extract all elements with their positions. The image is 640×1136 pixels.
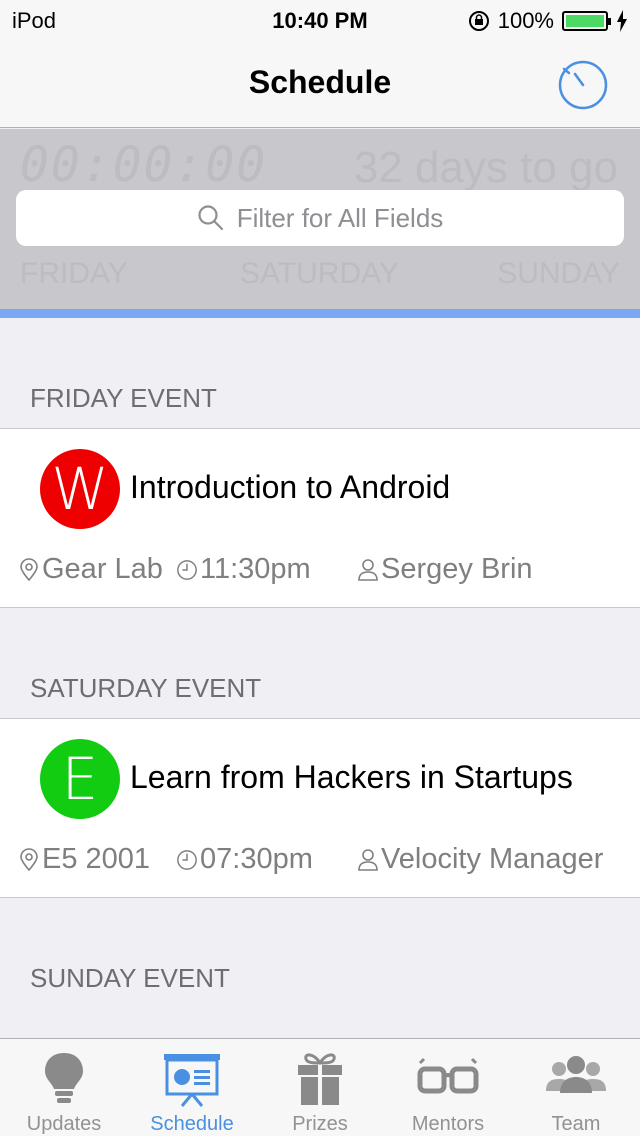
clock-icon — [177, 559, 197, 580]
person-icon — [358, 848, 378, 871]
tab-label: Team — [551, 1113, 601, 1135]
person-icon — [358, 558, 378, 581]
event-title: Learn from Hackers in Startups — [130, 759, 573, 795]
event-location: E5 2001 — [18, 843, 150, 876]
event-location-text: Gear Lab — [42, 553, 163, 585]
tab-updates[interactable]: Updates — [0, 1039, 128, 1136]
glasses-icon — [417, 1057, 479, 1094]
page-title: Schedule — [248, 64, 392, 100]
event-cell[interactable]: E Learn from Hackers in Startups E5 2001… — [0, 718, 640, 898]
event-time: 07:30pm — [176, 843, 313, 876]
event-speaker: Sergey Brin — [357, 553, 533, 586]
stopwatch-icon[interactable] — [556, 56, 610, 110]
event-time-text: 11:30pm — [200, 553, 311, 585]
event-cell[interactable]: W Introduction to Android Gear Lab 11:30… — [0, 428, 640, 608]
day-sunday[interactable]: SUNDAY — [497, 257, 620, 291]
event-avatar: W — [40, 449, 120, 529]
tab-label: Schedule — [150, 1113, 234, 1135]
tab-mentors[interactable]: Mentors — [384, 1039, 512, 1136]
search-input[interactable]: Filter for All Fields — [16, 190, 624, 246]
day-friday[interactable]: FRIDAY — [20, 257, 128, 291]
countdown-header: 00:00:00 32 days to go FRIDAY SATURDAY S… — [0, 129, 640, 309]
tab-label: Mentors — [411, 1113, 485, 1135]
event-title: Introduction to Android — [130, 469, 451, 505]
battery-icon — [562, 11, 611, 31]
day-saturday[interactable]: SATURDAY — [240, 257, 399, 291]
charging-bolt-icon — [617, 10, 627, 32]
section-header-saturday: SATURDAY EVENT — [30, 673, 262, 703]
event-speaker: Velocity Manager — [357, 843, 603, 876]
event-speaker-text: Velocity Manager — [381, 843, 604, 875]
days-to-go: 32 days to go — [353, 143, 618, 192]
event-time: 11:30pm — [176, 553, 311, 586]
event-avatar: E — [40, 739, 120, 819]
tab-schedule[interactable]: Schedule — [128, 1039, 256, 1136]
day-selector: FRIDAY SATURDAY SUNDAY — [0, 257, 640, 297]
section-header-sunday: SUNDAY EVENT — [30, 963, 230, 993]
location-pin-icon — [20, 557, 38, 581]
event-time-text: 07:30pm — [200, 843, 313, 875]
location-pin-icon — [20, 847, 38, 871]
event-location-text: E5 2001 — [42, 843, 151, 875]
presentation-board-icon — [164, 1054, 220, 1107]
rotation-lock-icon — [468, 11, 489, 31]
battery-percent: 100% — [497, 8, 554, 33]
search-icon — [198, 205, 223, 231]
section-header-friday: FRIDAY EVENT — [30, 383, 217, 413]
event-speaker-text: Sergey Brin — [381, 553, 533, 585]
lightbulb-icon — [45, 1053, 83, 1103]
tab-bar: Updates Schedule Prizes Mentors Team — [0, 1038, 640, 1136]
event-location: Gear Lab — [18, 553, 163, 586]
tab-prizes[interactable]: Prizes — [256, 1039, 384, 1136]
search-placeholder: Filter for All Fields — [236, 202, 444, 233]
tab-label: Updates — [26, 1113, 102, 1135]
header-divider — [0, 309, 640, 318]
status-right: 100% — [468, 8, 628, 34]
tab-team[interactable]: Team — [512, 1039, 640, 1136]
gift-icon — [298, 1053, 342, 1105]
status-bar: iPod 10:40 PM 100% — [0, 0, 640, 40]
people-icon — [546, 1056, 606, 1093]
countdown-timer: 00:00:00 — [20, 137, 268, 193]
navigation-bar: Schedule — [0, 40, 640, 128]
tab-label: Prizes — [292, 1113, 348, 1135]
clock-icon — [177, 849, 197, 870]
